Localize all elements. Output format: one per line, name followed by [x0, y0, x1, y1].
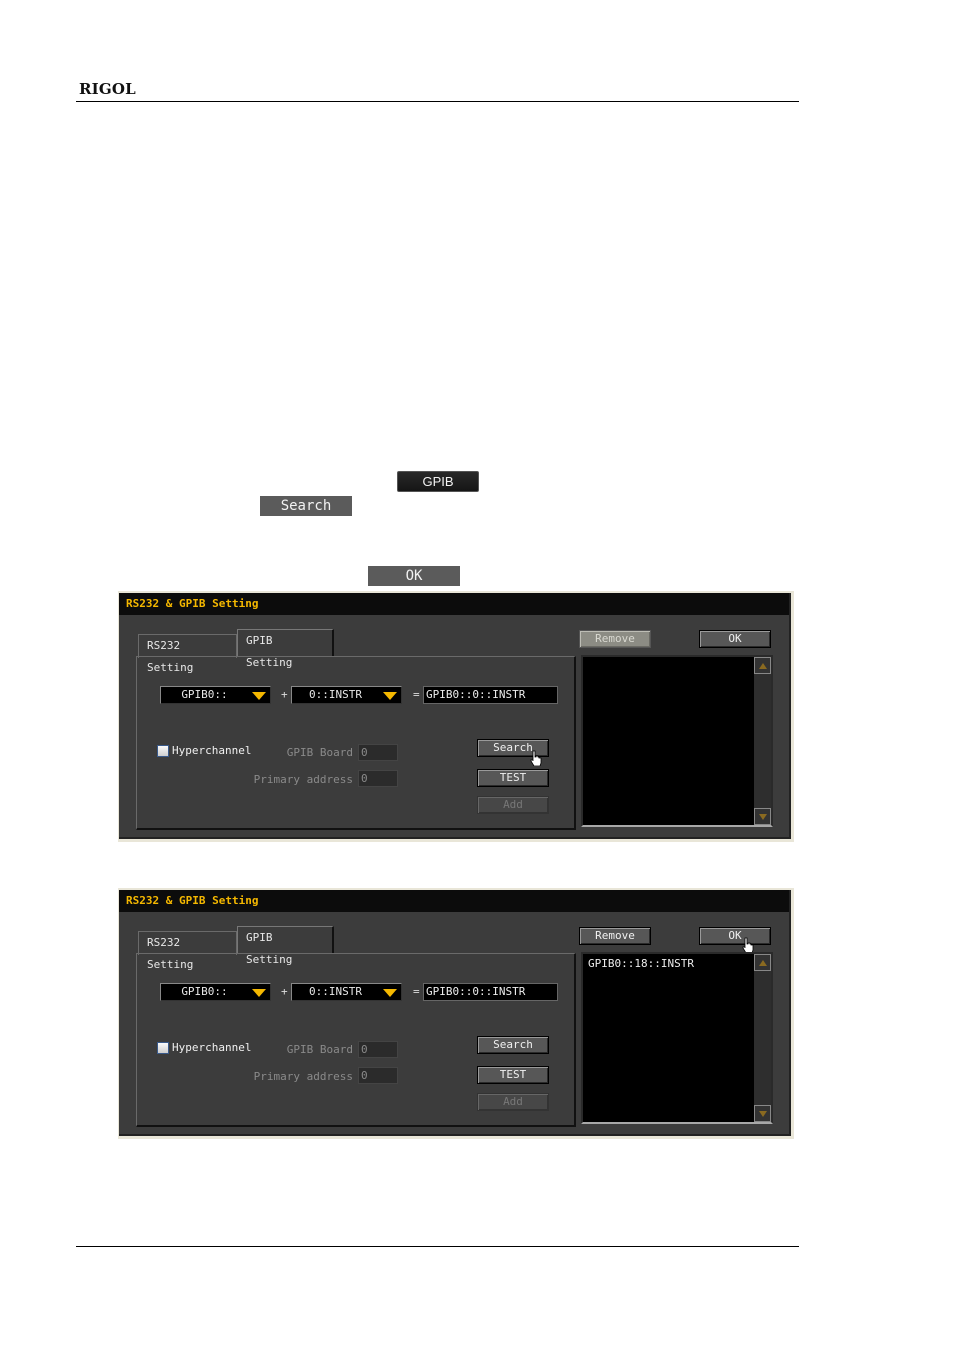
hand-cursor-icon [742, 937, 754, 953]
resource-combo[interactable]: 0::INSTR [291, 686, 402, 704]
footer-rule [76, 1246, 799, 1247]
equals-sign: = [413, 985, 420, 998]
ok-button[interactable]: OK [699, 630, 771, 648]
test-button[interactable]: TEST [477, 769, 549, 787]
gpib-board-input[interactable]: 0 [358, 744, 398, 761]
scroll-down-button[interactable] [754, 808, 771, 825]
inline-search-button: Search [260, 496, 352, 516]
inline-gpib-button: GPIB [397, 471, 479, 492]
scroll-up-button[interactable] [754, 954, 771, 971]
hand-cursor-icon [530, 750, 542, 766]
test-button[interactable]: TEST [477, 1066, 549, 1084]
gpib-board-label: GPIB Board [286, 1043, 353, 1056]
tab-gpib-setting[interactable]: GPIB Setting [237, 926, 334, 966]
remove-button[interactable]: Remove [579, 927, 651, 945]
gpib-board-label: GPIB Board [286, 746, 353, 759]
remove-button[interactable]: Remove [579, 630, 651, 648]
brand-logo-text: RIGOL [79, 80, 136, 98]
primary-address-input[interactable]: 0 [358, 770, 398, 787]
combo-value: GPIB0:: [181, 688, 228, 701]
vertical-scrollbar[interactable] [754, 657, 771, 825]
hyperchannel-checkbox[interactable] [157, 745, 169, 757]
list-item[interactable]: GPIB0::18::INSTR [588, 957, 694, 970]
gpib-board-combo[interactable]: GPIB0:: [160, 983, 271, 1001]
resource-combo[interactable]: 0::INSTR [291, 983, 402, 1001]
plus-sign: + [281, 688, 288, 701]
dropdown-arrow-icon [252, 692, 266, 700]
combo-value: 0::INSTR [309, 688, 362, 701]
arrow-up-icon [759, 960, 767, 966]
resource-string-field[interactable]: GPIB0::0::INSTR [423, 983, 558, 1001]
primary-address-label: Primary address [253, 1070, 353, 1083]
dropdown-arrow-icon [383, 692, 397, 700]
scroll-up-button[interactable] [754, 657, 771, 674]
equals-sign: = [413, 688, 420, 701]
gpib-setting-dialog-before-search: RS232 & GPIB Setting RS232 Setting GPIB … [118, 591, 794, 842]
arrow-down-icon [759, 1111, 767, 1117]
instrument-list[interactable] [581, 655, 773, 827]
gpib-setting-dialog-after-search: RS232 & GPIB Setting RS232 Setting GPIB … [118, 888, 794, 1139]
combo-value: 0::INSTR [309, 985, 362, 998]
gpib-board-combo[interactable]: GPIB0:: [160, 686, 271, 704]
arrow-up-icon [759, 663, 767, 669]
scroll-down-button[interactable] [754, 1105, 771, 1122]
hyperchannel-label: Hyperchannel [172, 744, 252, 757]
plus-sign: + [281, 985, 288, 998]
inline-ok-button: OK [368, 566, 460, 586]
instrument-list[interactable]: GPIB0::18::INSTR [581, 952, 773, 1124]
dialog-title: RS232 & GPIB Setting [119, 593, 789, 615]
combo-value: GPIB0:: [181, 985, 228, 998]
search-button[interactable]: Search [477, 1036, 549, 1054]
arrow-down-icon [759, 814, 767, 820]
add-button[interactable]: Add [477, 1093, 549, 1111]
tab-rs232-setting[interactable]: RS232 Setting [138, 931, 237, 971]
tab-gpib-setting[interactable]: GPIB Setting [237, 629, 334, 669]
hyperchannel-checkbox[interactable] [157, 1042, 169, 1054]
hyperchannel-label: Hyperchannel [172, 1041, 252, 1054]
resource-string-field[interactable]: GPIB0::0::INSTR [423, 686, 558, 704]
header-rule [76, 101, 799, 102]
dropdown-arrow-icon [252, 989, 266, 997]
dropdown-arrow-icon [383, 989, 397, 997]
tab-rs232-setting[interactable]: RS232 Setting [138, 634, 237, 674]
ok-button[interactable]: OK [699, 927, 771, 945]
vertical-scrollbar[interactable] [754, 954, 771, 1122]
gpib-board-input[interactable]: 0 [358, 1041, 398, 1058]
primary-address-input[interactable]: 0 [358, 1067, 398, 1084]
add-button[interactable]: Add [477, 796, 549, 814]
primary-address-label: Primary address [253, 773, 353, 786]
dialog-title: RS232 & GPIB Setting [119, 890, 789, 912]
